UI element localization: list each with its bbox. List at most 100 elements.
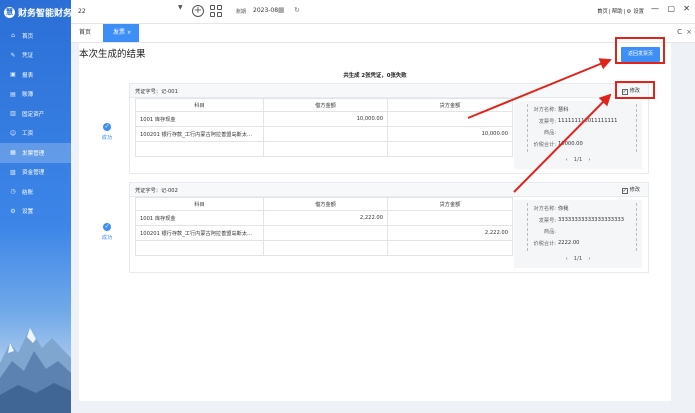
- annotation-highlight-box: [615, 81, 655, 99]
- apps-grid-icon[interactable]: [210, 5, 222, 17]
- add-circle-icon[interactable]: +: [192, 5, 204, 17]
- tab-close-icon[interactable]: ×: [127, 30, 131, 36]
- close-window-icon[interactable]: ✕: [683, 4, 690, 13]
- period-label: 账期: [236, 9, 247, 15]
- minimize-icon[interactable]: —: [651, 4, 659, 13]
- seller-label: 对方名称:: [533, 206, 557, 213]
- check-circle-icon: ✓: [103, 123, 111, 131]
- sidebar-item-salary[interactable]: ☺ 工资: [0, 124, 71, 144]
- credit-cell: [387, 141, 513, 157]
- invoice-info-card: 对方名称: 慧科 发票号: 111111110011111111 商品: 价税合计:…: [527, 104, 637, 152]
- table-header-row: 科目 借方金额 贷方金额: [135, 197, 513, 211]
- sidebar-item-fund-management[interactable]: ▧ 资金管理: [0, 163, 71, 183]
- account-cell: 100201 银行存款_工行内蒙古阿拉善盟岛斯太...: [135, 225, 264, 241]
- goods-label: 商品:: [543, 130, 556, 137]
- page-indicator: 1/1: [573, 256, 583, 262]
- table-row: 1001 库存现金 2,222.00: [135, 210, 513, 226]
- close-period-icon: ◷: [10, 188, 16, 196]
- account-cell: 1001 库存现金: [135, 210, 264, 226]
- refresh-tab-icon[interactable]: C: [677, 28, 682, 36]
- total-label: 价税合计:: [533, 141, 557, 148]
- voucher-icon: ✎: [10, 51, 16, 59]
- voucher-header: 凭证字号：记-001 ✓ 修改: [130, 84, 648, 98]
- voucher-card: 凭证字号：记-001 ✓ 修改 科目 借方金额 贷方金额 1001 库存现金 10…: [129, 83, 649, 174]
- page-title: 本次生成的结果: [79, 49, 146, 60]
- invoice-number-label: 发票号:: [538, 118, 556, 125]
- voucher-entries-table: 科目 借方金额 贷方金额 1001 库存现金 2,222.00 100201 银…: [135, 197, 513, 256]
- debit-cell: 2,222.00: [263, 210, 388, 226]
- top-link-home[interactable]: 首页: [597, 9, 608, 15]
- chart-icon: ▣: [10, 71, 16, 79]
- edit-voucher-link[interactable]: ✓ 修改: [621, 186, 640, 194]
- sidebar: 慧 财务智能财务 ⌂ 首页 ✎ 凭证 ▣ 报表 ▤ 账簿 ▥ 固定资产 ☺ 工资 ▦ 发票管理…: [0, 0, 71, 413]
- credit-cell: [387, 240, 513, 256]
- maximize-icon[interactable]: ▢: [667, 4, 675, 13]
- prev-page-icon[interactable]: ‹: [566, 256, 568, 262]
- home-icon: ⌂: [11, 32, 15, 40]
- invoice-pager: ‹ 1/1 ›: [514, 256, 642, 262]
- period-value[interactable]: 2023-08: [253, 7, 278, 14]
- column-header: 借方金额: [263, 98, 388, 112]
- total-label: 价税合计:: [533, 240, 557, 247]
- table-row: 100201 银行存款_工行内蒙古阿拉善盟岛斯太... 10,000.00: [135, 126, 513, 142]
- voucher-entries-table: 科目 借方金额 贷方金额 1001 库存现金 10,000.00 100201 …: [135, 98, 513, 157]
- invoice-number-value: 111111110011111111: [558, 118, 618, 125]
- voucher-number: 凭证字号：记-001: [135, 89, 178, 95]
- voucher-status: ✓ 成功: [97, 123, 117, 141]
- generation-summary: 共生成 2张凭证，0张失败: [343, 73, 407, 79]
- tab-home[interactable]: 首页: [71, 24, 99, 42]
- column-header: 科目: [135, 98, 264, 112]
- debit-cell: [263, 225, 388, 241]
- column-header: 贷方金额: [387, 98, 513, 112]
- check-circle-icon: ✓: [103, 223, 111, 231]
- column-header: 贷方金额: [387, 197, 513, 211]
- seller-value: 慧科: [558, 107, 569, 114]
- next-page-icon[interactable]: ›: [588, 157, 590, 163]
- table-row: [135, 141, 513, 157]
- sidebar-item-voucher[interactable]: ✎ 凭证: [0, 46, 71, 66]
- debit-cell: [263, 141, 388, 157]
- sidebar-item-settings[interactable]: ⚙ 设置: [0, 202, 71, 222]
- sidebar-item-home[interactable]: ⌂ 首页: [0, 26, 71, 46]
- sidebar-item-fixed-assets[interactable]: ▥ 固定资产: [0, 104, 71, 124]
- sidebar-nav: ⌂ 首页 ✎ 凭证 ▣ 报表 ▤ 账簿 ▥ 固定资产 ☺ 工资 ▦ 发票管理 ▧ 资金管理 ◷ 结…: [0, 26, 71, 221]
- top-link-help[interactable]: 帮助: [612, 9, 623, 15]
- voucher-status: ✓ 成功: [97, 223, 117, 241]
- page-indicator: 1/1: [573, 157, 583, 163]
- salary-icon: ☺: [9, 129, 17, 137]
- voucher-card: 凭证字号：记-002 ✓ 修改 科目 借方金额 贷方金额 1001 库存现金 2,…: [129, 182, 649, 273]
- calendar-icon[interactable]: ▦: [278, 6, 285, 14]
- close-all-tabs-icon[interactable]: ×: [686, 28, 692, 36]
- debit-cell: [263, 240, 388, 256]
- annotation-highlight-box: [615, 37, 665, 64]
- caret-down-icon[interactable]: ▼: [178, 4, 183, 11]
- account-cell: 100201 银行存款_工行内蒙古阿拉善盟岛斯太...: [135, 126, 264, 142]
- sidebar-item-close-period[interactable]: ◷ 结账: [0, 182, 71, 202]
- sidebar-item-label: 工资: [22, 131, 34, 138]
- prev-page-icon[interactable]: ‹: [566, 157, 568, 163]
- account-cell: 1001 库存现金: [135, 111, 264, 127]
- sidebar-item-label: 设置: [22, 209, 34, 216]
- total-value: 2222.00: [558, 240, 580, 247]
- edit-label: 修改: [629, 187, 640, 193]
- sidebar-item-label: 发票管理: [22, 150, 45, 157]
- sidebar-item-invoice-management[interactable]: ▦ 发票管理: [0, 143, 71, 163]
- next-page-icon[interactable]: ›: [588, 256, 590, 262]
- sidebar-item-reports[interactable]: ▣ 报表: [0, 65, 71, 85]
- edit-icon: ✓: [621, 188, 628, 194]
- logo-mark-icon: 慧: [4, 6, 15, 18]
- mountain-illustration: [0, 328, 71, 413]
- sidebar-item-label: 账簿: [22, 92, 34, 99]
- top-link-settings[interactable]: 设置: [633, 9, 644, 15]
- sidebar-item-label: 固定资产: [22, 111, 45, 118]
- voucher-header: 凭证字号：记-002 ✓ 修改: [130, 183, 648, 197]
- sidebar-item-label: 凭证: [22, 53, 34, 60]
- table-row: 1001 库存现金 10,000.00: [135, 111, 513, 127]
- tab-invoice[interactable]: 发票 ×: [103, 24, 139, 42]
- voucher-number: 凭证字号：记-002: [135, 188, 178, 194]
- credit-cell: 2,222.00: [387, 225, 513, 241]
- organization-select[interactable]: 22: [75, 5, 187, 18]
- gear-icon[interactable]: ⚙: [626, 9, 631, 15]
- refresh-icon[interactable]: ↻: [294, 6, 300, 14]
- sidebar-item-books[interactable]: ▤ 账簿: [0, 85, 71, 105]
